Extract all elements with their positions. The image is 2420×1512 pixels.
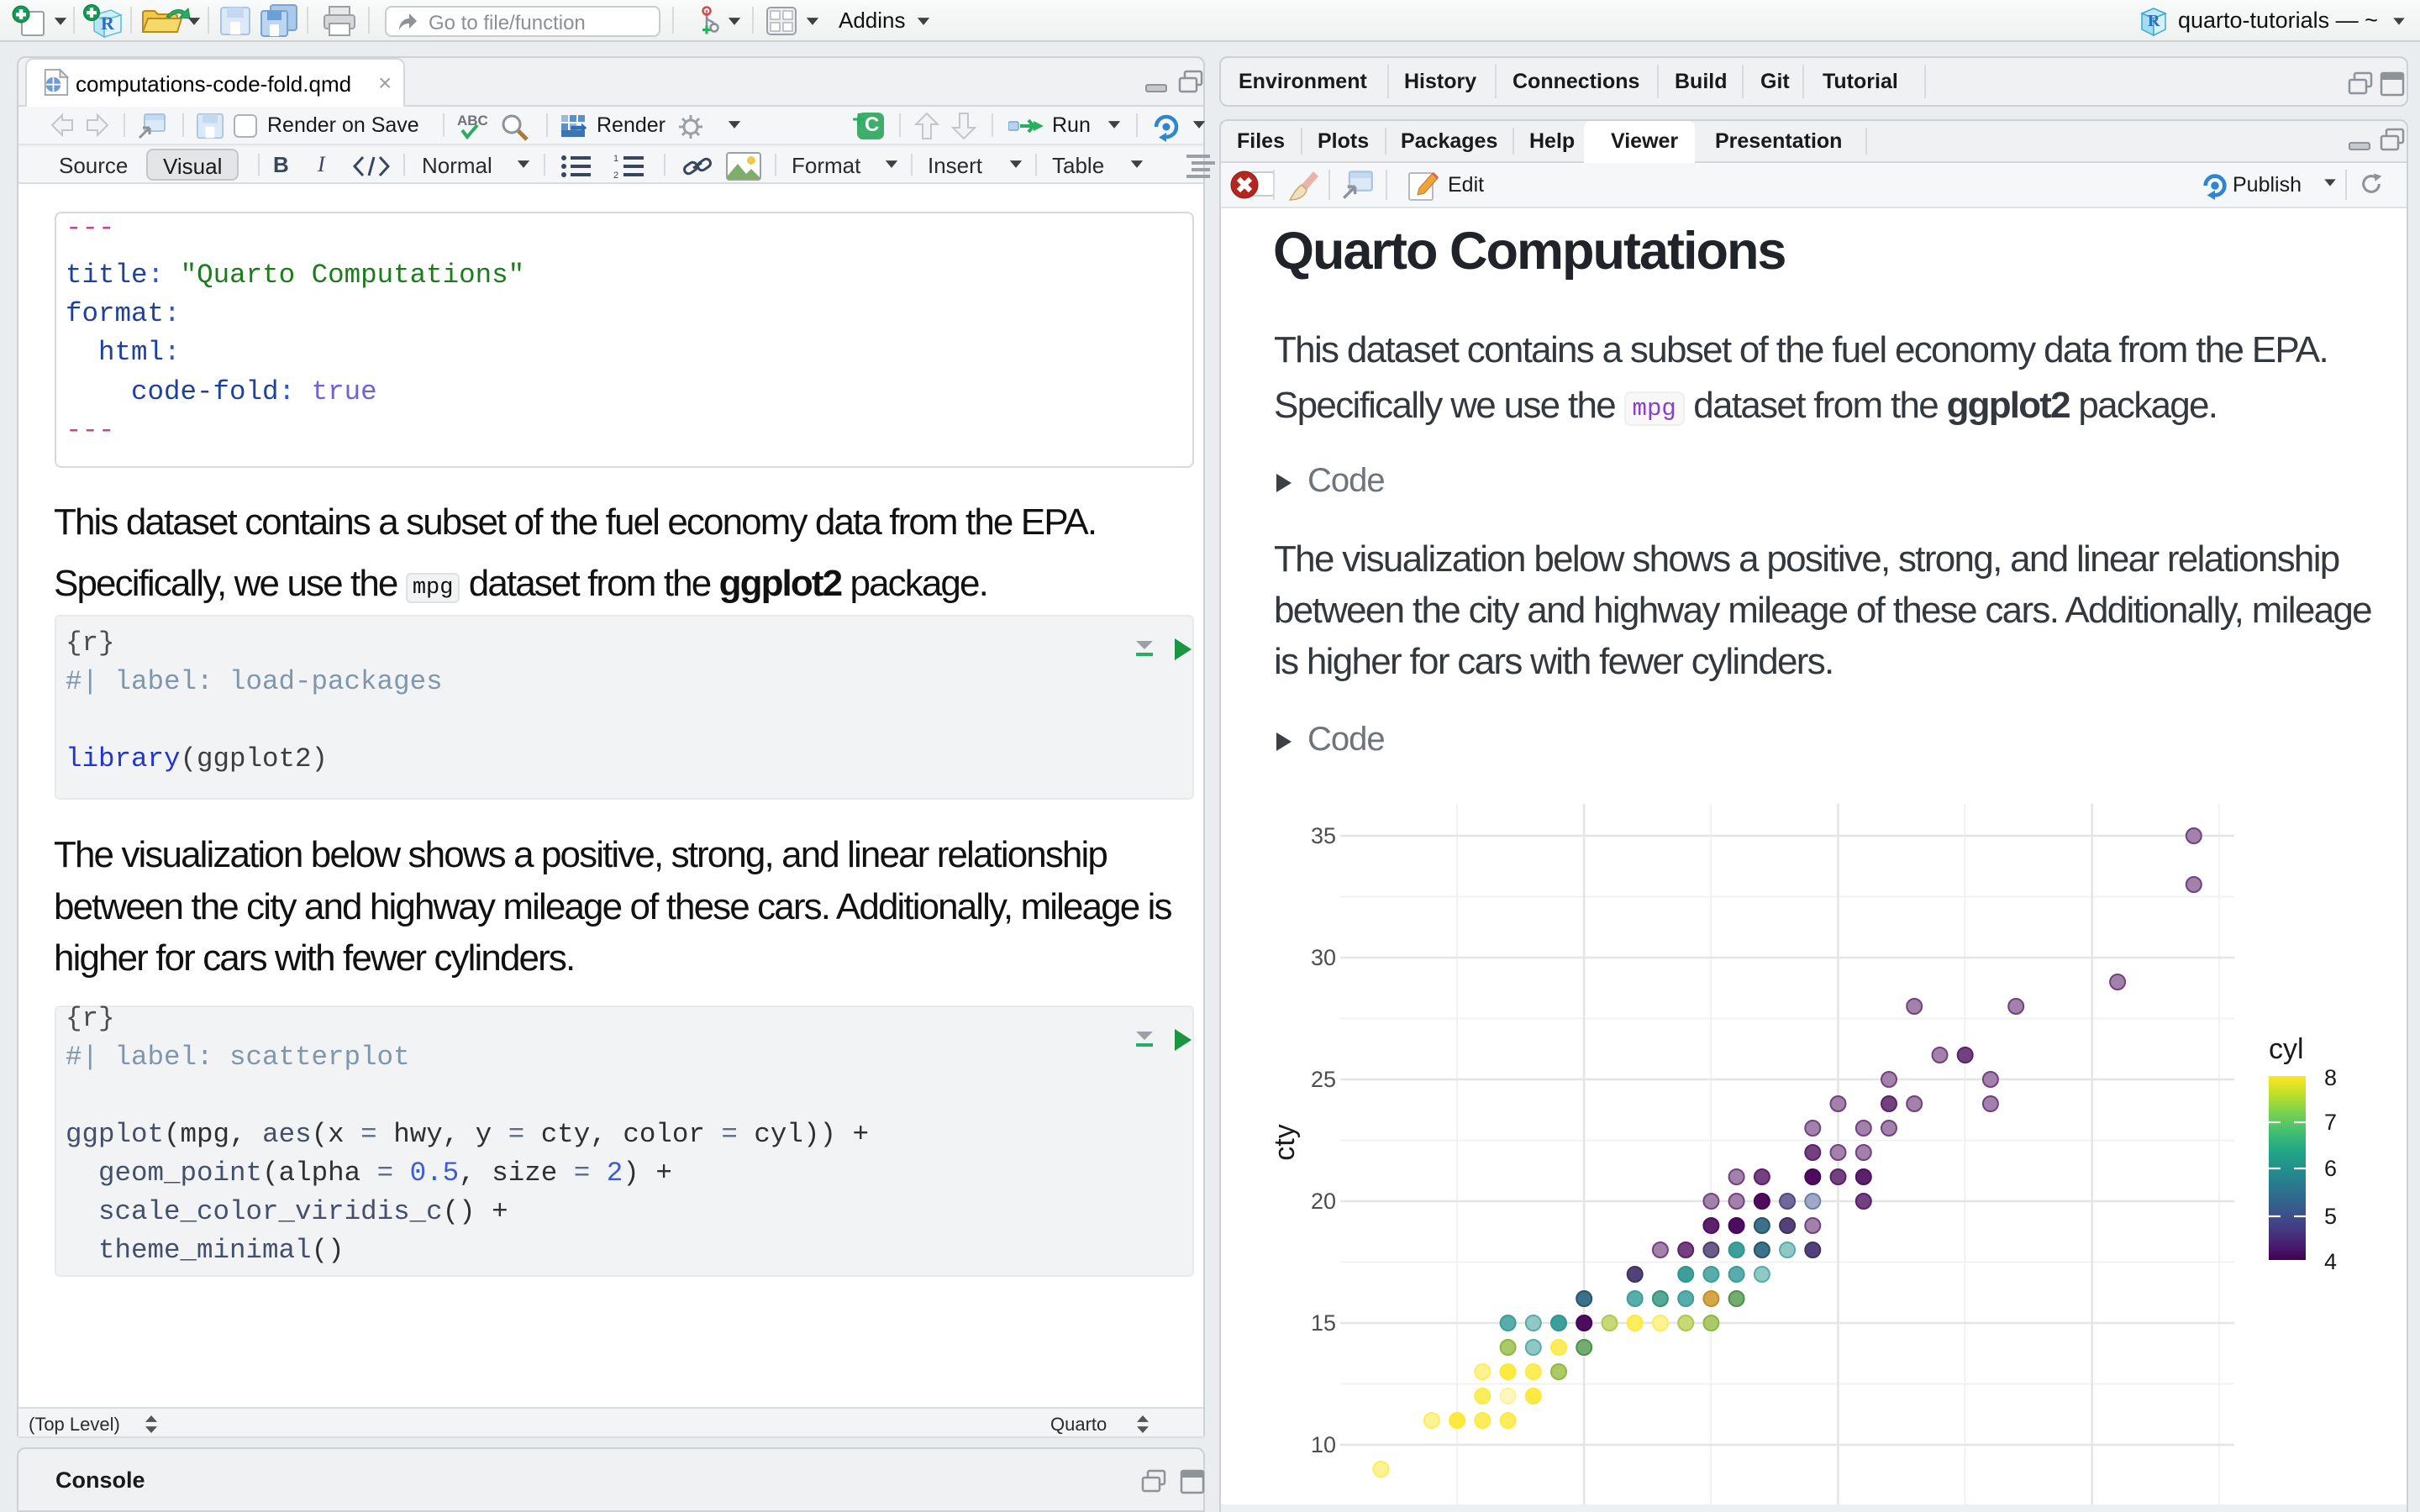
svg-text:7: 7 <box>2324 1110 2337 1135</box>
svg-text:ABC: ABC <box>457 113 488 129</box>
svg-text:15: 15 <box>1311 1310 1336 1336</box>
svg-text:2: 2 <box>613 171 618 179</box>
svg-text:cyl: cyl <box>2269 1033 2304 1065</box>
svg-text:5: 5 <box>2324 1204 2337 1229</box>
svg-text:20: 20 <box>1311 1189 1336 1214</box>
svg-text:8: 8 <box>2324 1065 2337 1090</box>
svg-text:10: 10 <box>1311 1432 1336 1457</box>
svg-text:6: 6 <box>2324 1156 2337 1181</box>
svg-text:cty: cty <box>1269 1124 1301 1160</box>
svg-text:1: 1 <box>613 154 618 164</box>
svg-text:30: 30 <box>1311 945 1336 970</box>
svg-text:25: 25 <box>1311 1067 1336 1092</box>
svg-text:35: 35 <box>1311 823 1336 848</box>
svg-text:R: R <box>2148 12 2160 30</box>
svg-text:4: 4 <box>2324 1249 2337 1274</box>
svg-text:R: R <box>101 13 115 34</box>
